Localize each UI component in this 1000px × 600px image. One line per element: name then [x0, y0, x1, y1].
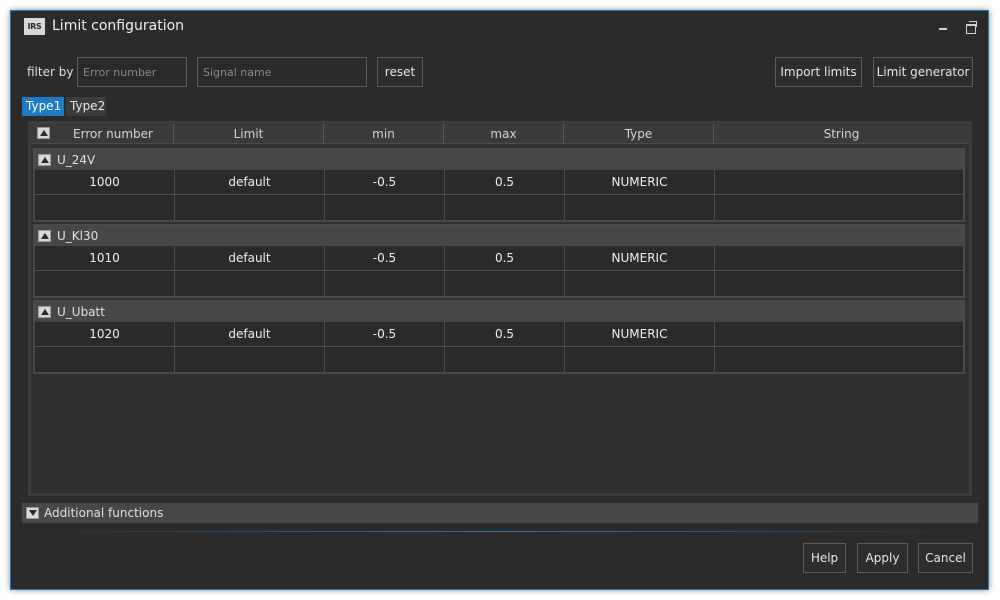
cell-string[interactable] [715, 347, 963, 372]
cell-max[interactable] [445, 347, 565, 372]
cell-string[interactable] [715, 170, 963, 195]
table-row[interactable] [35, 195, 963, 220]
cell-min[interactable] [325, 271, 445, 296]
additional-functions-panel[interactable]: Additional functions [22, 503, 978, 523]
column-header-min[interactable]: min [324, 124, 444, 144]
table-row[interactable] [35, 271, 963, 296]
collapse-arrow-icon[interactable] [38, 230, 51, 242]
collapse-all-icon[interactable] [37, 127, 50, 139]
help-button[interactable]: Help [803, 543, 846, 573]
collapse-arrow-icon[interactable] [38, 306, 51, 318]
cell-max[interactable]: 0.5 [445, 246, 565, 271]
cell-type[interactable]: NUMERIC [565, 246, 715, 271]
cell-max[interactable]: 0.5 [445, 322, 565, 347]
apply-button[interactable]: Apply [857, 543, 908, 573]
group-u-ubatt: U_Ubatt 1020 default -0.5 0.5 NUMERIC [33, 300, 965, 374]
cell-error-number[interactable] [35, 271, 175, 296]
limit-generator-button[interactable]: Limit generator [873, 57, 973, 87]
filter-label: filter by [27, 65, 74, 79]
cell-limit[interactable] [175, 195, 325, 220]
table-row[interactable]: 1000 default -0.5 0.5 NUMERIC [35, 170, 963, 195]
cell-string[interactable] [715, 322, 963, 347]
cell-min[interactable] [325, 347, 445, 372]
cell-limit[interactable] [175, 347, 325, 372]
cell-type[interactable] [565, 195, 715, 220]
cell-type[interactable]: NUMERIC [565, 322, 715, 347]
cell-limit[interactable]: default [175, 170, 325, 195]
group-name: U_24V [57, 153, 96, 167]
cell-limit[interactable]: default [175, 246, 325, 271]
cell-min[interactable]: -0.5 [325, 170, 445, 195]
cancel-button[interactable]: Cancel [918, 543, 973, 573]
error-number-filter-input[interactable] [77, 57, 187, 87]
grid-header: Error number Limit min max Type String [31, 124, 969, 144]
tab-type1[interactable]: Type1 [22, 97, 64, 116]
column-header-error-number[interactable]: Error number [53, 124, 174, 144]
column-header-string[interactable]: String [714, 124, 969, 144]
limit-configuration-window: IRS Limit configuration filter by reset … [10, 10, 989, 590]
cell-min[interactable]: -0.5 [325, 246, 445, 271]
cell-min[interactable] [325, 195, 445, 220]
cell-limit[interactable] [175, 271, 325, 296]
footer-divider [31, 531, 971, 532]
cell-error-number[interactable] [35, 347, 175, 372]
cell-max[interactable] [445, 271, 565, 296]
group-u-24v: U_24V 1000 default -0.5 0.5 NUMERIC [33, 148, 965, 222]
import-limits-button[interactable]: Import limits [775, 57, 862, 87]
cell-max[interactable]: 0.5 [445, 170, 565, 195]
limits-grid: Error number Limit min max Type String U… [28, 121, 972, 496]
group-u-kl30: U_Kl30 1010 default -0.5 0.5 NUMERIC [33, 224, 965, 298]
cell-type[interactable] [565, 347, 715, 372]
restore-icon[interactable] [963, 19, 979, 35]
cell-max[interactable] [445, 195, 565, 220]
table-row[interactable] [35, 347, 963, 372]
window-title: Limit configuration [52, 18, 185, 34]
reset-button[interactable]: reset [377, 57, 423, 87]
group-name: U_Ubatt [57, 305, 105, 319]
column-header-type[interactable]: Type [564, 124, 714, 144]
cell-error-number[interactable]: 1020 [35, 322, 175, 347]
column-header-max[interactable]: max [444, 124, 564, 144]
minimize-icon[interactable] [935, 19, 951, 35]
group-header[interactable]: U_24V [35, 150, 963, 170]
cell-string[interactable] [715, 195, 963, 220]
title-bar: IRS Limit configuration [11, 11, 988, 43]
table-row[interactable]: 1010 default -0.5 0.5 NUMERIC [35, 246, 963, 271]
cell-string[interactable] [715, 246, 963, 271]
group-header[interactable]: U_Ubatt [35, 302, 963, 322]
collapse-arrow-icon[interactable] [38, 154, 51, 166]
cell-min[interactable]: -0.5 [325, 322, 445, 347]
signal-name-filter-input[interactable] [197, 57, 367, 87]
cell-error-number[interactable] [35, 195, 175, 220]
cell-type[interactable] [565, 271, 715, 296]
cell-string[interactable] [715, 271, 963, 296]
cell-error-number[interactable]: 1000 [35, 170, 175, 195]
cell-type[interactable]: NUMERIC [565, 170, 715, 195]
cell-limit[interactable]: default [175, 322, 325, 347]
tab-type2[interactable]: Type2 [66, 97, 106, 116]
expand-arrow-icon[interactable] [26, 507, 39, 519]
additional-functions-label: Additional functions [44, 506, 164, 520]
column-header-limit[interactable]: Limit [174, 124, 324, 144]
cell-error-number[interactable]: 1010 [35, 246, 175, 271]
group-name: U_Kl30 [57, 229, 99, 243]
group-header[interactable]: U_Kl30 [35, 226, 963, 246]
irs-logo-icon: IRS [24, 18, 45, 35]
table-row[interactable]: 1020 default -0.5 0.5 NUMERIC [35, 322, 963, 347]
